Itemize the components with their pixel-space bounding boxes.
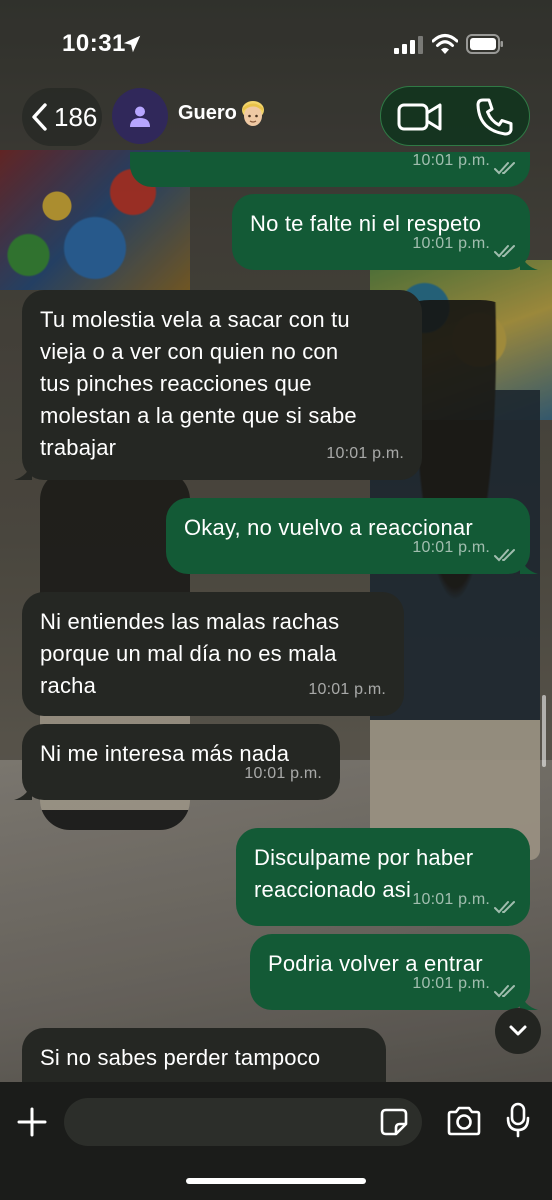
message-input[interactable] (64, 1098, 422, 1146)
avatar[interactable] (112, 88, 168, 144)
chevron-left-icon (32, 103, 47, 131)
message-time: 10:01 p.m. (412, 235, 490, 252)
microphone-icon[interactable] (506, 1102, 530, 1138)
message-outgoing[interactable]: Podria volver a entrar 10:01 p.m. (250, 934, 538, 1010)
location-arrow-icon (123, 35, 141, 53)
contact-name[interactable]: Guero (178, 102, 237, 125)
message-time: 10:01 p.m. (412, 975, 490, 992)
message-time: 10:01 p.m. (412, 152, 490, 169)
read-receipt-icon (494, 162, 515, 175)
message-list[interactable]: 10:01 p.m. No te falte ni el respeto 10:… (0, 152, 552, 1082)
home-indicator[interactable] (186, 1178, 366, 1184)
message-outgoing[interactable]: Okay, no vuelvo a reaccionar 10:01 p.m. (166, 498, 538, 574)
unread-count: 186 (54, 101, 98, 132)
message-incoming[interactable]: Si no sabes perder tampoco mereces ganar (22, 1028, 386, 1082)
chat-header: 186 Guero (0, 82, 552, 152)
message-text: Tu molestia vela a sacar con tu vieja o … (40, 307, 357, 460)
read-receipt-icon (494, 245, 515, 258)
sticker-icon[interactable] (380, 1108, 408, 1136)
message-outgoing[interactable]: 10:01 p.m. (130, 152, 530, 187)
battery-icon (466, 34, 503, 54)
bubble-tail (520, 556, 538, 574)
message-text: Si no sabes perder tampoco mereces ganar (40, 1045, 321, 1082)
bubble-tail (520, 252, 538, 270)
message-time: 10:01 p.m. (308, 681, 386, 698)
message-outgoing[interactable]: No te falte ni el respeto 10:01 p.m. (232, 194, 538, 270)
bubble-tail (14, 462, 32, 480)
cellular-signal-icon (394, 36, 423, 54)
back-button[interactable]: 186 (22, 88, 102, 146)
bubble-tail (520, 992, 538, 1010)
plus-icon[interactable] (16, 1106, 48, 1138)
status-bar: 10:31 (0, 0, 552, 90)
read-receipt-icon (494, 985, 515, 998)
message-time: 10:01 p.m. (326, 445, 404, 462)
message-incoming[interactable]: Tu molestia vela a sacar con tu vieja o … (14, 290, 422, 480)
read-receipt-icon (494, 901, 515, 914)
video-call-icon[interactable] (397, 99, 443, 135)
message-incoming[interactable]: Ni me interesa más nada 10:01 p.m. (14, 724, 340, 800)
message-incoming[interactable]: Ni entiendes las malas rachas porque un … (22, 592, 404, 716)
blond-person-emoji-icon (242, 101, 264, 126)
phone-icon[interactable] (475, 97, 513, 137)
message-time: 10:01 p.m. (412, 891, 490, 908)
person-icon (130, 106, 150, 127)
message-time: 10:01 p.m. (244, 765, 322, 782)
read-receipt-icon (494, 549, 515, 562)
chevron-down-icon (509, 1025, 527, 1036)
message-time: 10:01 p.m. (412, 539, 490, 556)
message-text: Ni entiendes las malas rachas porque un … (40, 609, 340, 698)
call-actions (380, 86, 530, 146)
message-outgoing[interactable]: Disculpame por haber reaccionado asi 10:… (236, 828, 530, 926)
bubble-tail (14, 782, 32, 800)
wifi-icon (432, 34, 458, 54)
scroll-to-bottom-button[interactable] (495, 1008, 541, 1054)
scroll-indicator[interactable] (542, 695, 546, 767)
camera-icon[interactable] (446, 1106, 482, 1136)
status-time: 10:31 (62, 30, 126, 57)
